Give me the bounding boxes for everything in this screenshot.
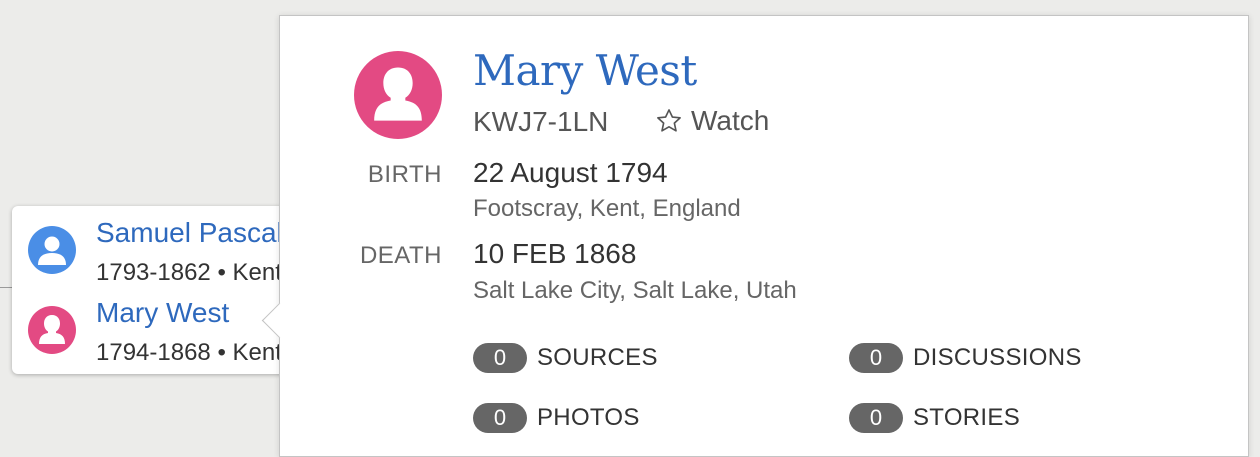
death-date: 10 FEB 1868: [473, 238, 637, 269]
stories-link[interactable]: 0 STORIES: [849, 403, 1020, 433]
birth-label: BIRTH: [367, 161, 442, 188]
photos-label: PHOTOS: [537, 404, 640, 431]
couple-card: Samuel Pascal 1793-1862 • Kent Mary West…: [12, 206, 312, 374]
stories-label: STORIES: [913, 404, 1021, 431]
birth-date: 22 August 1794: [473, 157, 668, 188]
person-name-link[interactable]: Mary West: [473, 46, 697, 95]
discussions-label: DISCUSSIONS: [913, 344, 1082, 371]
male-avatar-icon: [28, 226, 76, 274]
discussions-link[interactable]: 0 DISCUSSIONS: [849, 343, 1082, 373]
stories-count-badge: 0: [849, 403, 903, 433]
female-avatar-icon: [28, 306, 76, 354]
wife-lifespan: 1794-1868 • Kent: [96, 339, 282, 366]
couple-person-wife[interactable]: Mary West 1794-1868 • Kent: [12, 294, 312, 374]
photos-count-badge: 0: [473, 403, 527, 433]
husband-name-link[interactable]: Samuel Pascal: [96, 217, 283, 249]
death-place: Salt Lake City, Salt Lake, Utah: [473, 277, 797, 304]
photos-link[interactable]: 0 PHOTOS: [473, 403, 640, 433]
star-outline-icon: [657, 109, 681, 132]
birth-place: Footscray, Kent, England: [473, 195, 741, 222]
sources-label: SOURCES: [537, 344, 658, 371]
sources-count-badge: 0: [473, 343, 527, 373]
discussions-count-badge: 0: [849, 343, 903, 373]
person-summary-popup: Mary West KWJ7-1LN Watch BIRTH 22 August…: [261, 15, 1249, 457]
couple-person-husband[interactable]: Samuel Pascal 1793-1862 • Kent: [12, 214, 312, 294]
watch-label: Watch: [691, 105, 770, 136]
wife-name-link[interactable]: Mary West: [96, 297, 229, 329]
husband-lifespan: 1793-1862 • Kent: [96, 259, 282, 286]
sources-link[interactable]: 0 SOURCES: [473, 343, 658, 373]
person-id: KWJ7-1LN: [473, 106, 609, 137]
watch-button[interactable]: Watch: [655, 105, 769, 137]
death-label: DEATH: [359, 242, 442, 269]
female-avatar-large-icon: [354, 51, 442, 139]
